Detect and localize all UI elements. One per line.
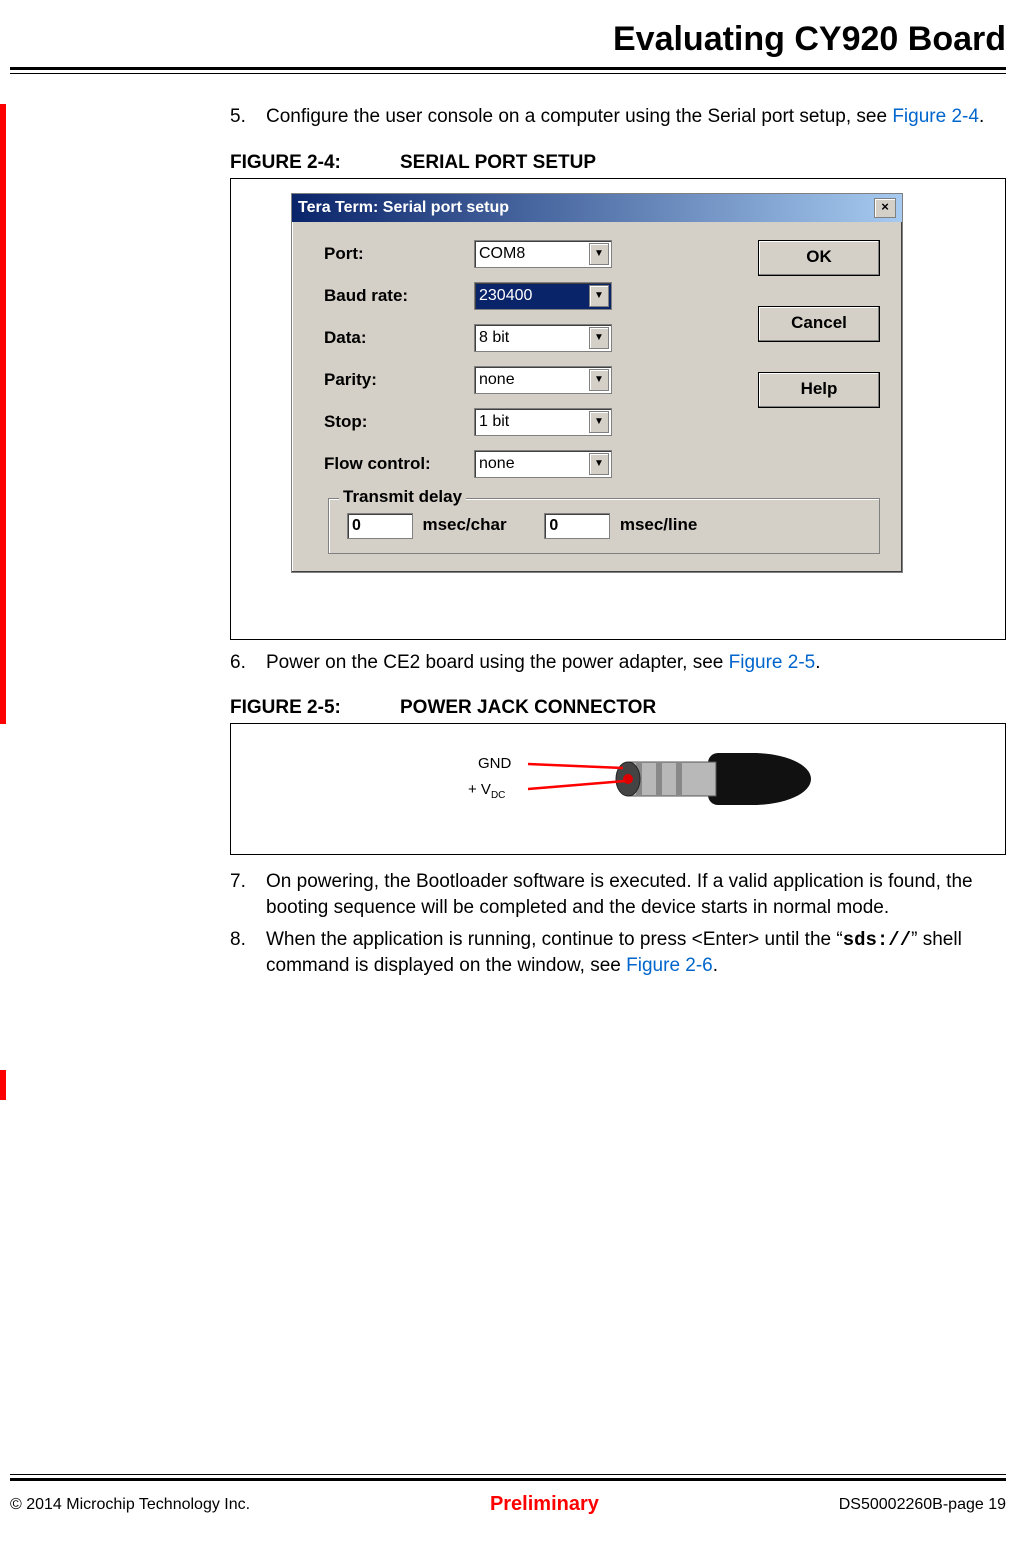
header-rule — [10, 67, 1006, 74]
footer-preliminary: Preliminary — [490, 1493, 599, 1516]
power-jack-illustration: GND + VDC — [408, 734, 828, 844]
chevron-down-icon: ▼ — [589, 243, 609, 265]
step-text: On powering, the Bootloader software is … — [266, 869, 1006, 920]
port-label: Port: — [324, 244, 474, 264]
step-8: 8. When the application is running, cont… — [230, 927, 1006, 979]
footer-rule — [10, 1474, 1006, 1481]
chevron-down-icon: ▼ — [589, 327, 609, 349]
step-text: . — [713, 955, 718, 976]
step-5: 5. Configure the user console on a compu… — [230, 104, 1006, 130]
step-text: When the application is running, continu… — [266, 929, 843, 950]
step-text: . — [979, 106, 984, 127]
fieldset-legend: Transmit delay — [339, 487, 466, 507]
figure-link-2-4[interactable]: Figure 2-4 — [892, 106, 979, 127]
stop-select[interactable]: 1 bit▼ — [474, 408, 612, 436]
dialog-title: Tera Term: Serial port setup — [298, 199, 509, 217]
serial-port-dialog: Tera Term: Serial port setup × Port: COM… — [291, 193, 903, 573]
data-label: Data: — [324, 328, 474, 348]
dialog-titlebar: Tera Term: Serial port setup × — [292, 194, 902, 222]
step-number: 5. — [230, 104, 266, 130]
msec-char-unit: msec/char — [422, 515, 506, 534]
close-icon[interactable]: × — [874, 198, 896, 218]
figure-2-5: GND + VDC — [230, 723, 1006, 855]
chevron-down-icon: ▼ — [589, 411, 609, 433]
step-text: Configure the user console on a computer… — [266, 106, 892, 127]
page-title: Evaluating CY920 Board — [0, 20, 1016, 59]
chevron-down-icon: ▼ — [589, 369, 609, 391]
parity-select[interactable]: none▼ — [474, 366, 612, 394]
footer-page-number: DS50002260B-page 19 — [839, 1496, 1006, 1514]
change-bar — [0, 1070, 6, 1100]
figure-2-4: Tera Term: Serial port setup × Port: COM… — [230, 178, 1006, 640]
figure-link-2-6[interactable]: Figure 2-6 — [626, 955, 713, 976]
msec-char-input[interactable]: 0 — [347, 513, 413, 539]
step-number: 8. — [230, 927, 266, 979]
step-6: 6. Power on the CE2 board using the powe… — [230, 650, 1006, 676]
baud-label: Baud rate: — [324, 286, 474, 306]
baud-select[interactable]: 230400▼ — [474, 282, 612, 310]
ok-button[interactable]: OK — [758, 240, 880, 276]
chevron-down-icon: ▼ — [589, 453, 609, 475]
flow-label: Flow control: — [324, 454, 474, 474]
footer-copyright: © 2014 Microchip Technology Inc. — [10, 1496, 250, 1514]
figure-link-2-5[interactable]: Figure 2-5 — [729, 652, 816, 673]
parity-label: Parity: — [324, 370, 474, 390]
step-text: Power on the CE2 board using the power a… — [266, 652, 729, 673]
port-select[interactable]: COM8▼ — [474, 240, 612, 268]
gnd-label: GND — [478, 755, 512, 772]
figure-caption-2-4: FIGURE 2-4:SERIAL PORT SETUP — [230, 152, 1006, 174]
step-7: 7. On powering, the Bootloader software … — [230, 869, 1006, 920]
chevron-down-icon: ▼ — [589, 285, 609, 307]
change-bar — [0, 104, 6, 724]
page-footer: © 2014 Microchip Technology Inc. Prelimi… — [10, 1474, 1006, 1516]
shell-command-code: sds:// — [843, 929, 911, 951]
step-text: . — [815, 652, 820, 673]
step-number: 6. — [230, 650, 266, 676]
data-select[interactable]: 8 bit▼ — [474, 324, 612, 352]
vdc-label: + VDC — [468, 781, 505, 801]
msec-line-unit: msec/line — [620, 515, 698, 534]
step-number: 7. — [230, 869, 266, 920]
cancel-button[interactable]: Cancel — [758, 306, 880, 342]
flow-select[interactable]: none▼ — [474, 450, 612, 478]
msec-line-input[interactable]: 0 — [544, 513, 610, 539]
help-button[interactable]: Help — [758, 372, 880, 408]
figure-caption-2-5: FIGURE 2-5:POWER JACK CONNECTOR — [230, 697, 1006, 719]
transmit-delay-fieldset: Transmit delay 0 msec/char 0 msec/line — [328, 498, 880, 554]
stop-label: Stop: — [324, 412, 474, 432]
